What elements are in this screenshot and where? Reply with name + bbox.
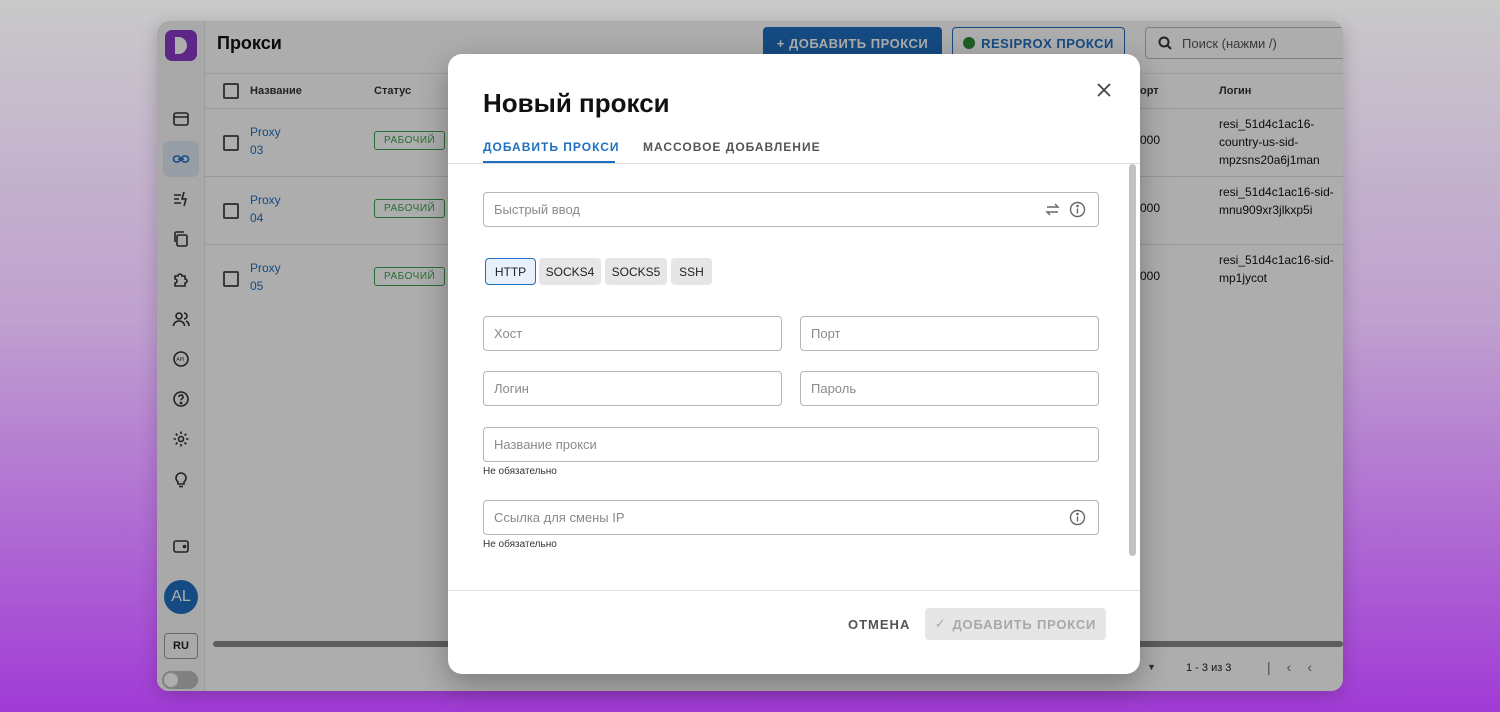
submit-label: ДОБАВИТЬ ПРОКСИ xyxy=(952,616,1097,632)
submit-add-proxy-button[interactable]: ✓ ДОБАВИТЬ ПРОКСИ xyxy=(925,608,1106,640)
host-placeholder: Хост xyxy=(494,326,523,341)
swap-icon[interactable] xyxy=(1044,201,1061,218)
login-field[interactable]: Логин xyxy=(483,371,782,406)
proxy-name-helper: Не обязательно xyxy=(483,466,557,477)
info-icon[interactable] xyxy=(1069,201,1086,218)
proxy-name-placeholder: Название прокси xyxy=(494,437,597,452)
proxy-name-field[interactable]: Название прокси xyxy=(483,427,1099,462)
info-icon[interactable] xyxy=(1069,509,1086,526)
dialog-footer-divider xyxy=(448,590,1140,591)
dialog-tabs: ДОБАВИТЬ ПРОКСИ МАССОВОЕ ДОБАВЛЕНИЕ xyxy=(448,132,1140,164)
port-field[interactable]: Порт xyxy=(800,316,1099,351)
port-placeholder: Порт xyxy=(811,326,841,341)
ip-change-link-field[interactable]: Ссылка для смены IP xyxy=(483,500,1099,535)
ip-change-link-placeholder: Ссылка для смены IP xyxy=(494,510,625,525)
tab-add-proxy[interactable]: ДОБАВИТЬ ПРОКСИ xyxy=(483,140,620,154)
login-placeholder: Логин xyxy=(494,381,529,396)
tab-bulk-add[interactable]: МАССОВОЕ ДОБАВЛЕНИЕ xyxy=(643,140,821,154)
protocol-socks5[interactable]: SOCKS5 xyxy=(605,258,667,285)
protocol-ssh[interactable]: SSH xyxy=(671,258,712,285)
protocol-socks4[interactable]: SOCKS4 xyxy=(539,258,601,285)
dialog-scrollbar[interactable] xyxy=(1129,164,1136,556)
ip-change-link-helper: Не обязательно xyxy=(483,539,557,550)
check-icon: ✓ xyxy=(934,616,947,631)
protocol-http[interactable]: HTTP xyxy=(485,258,536,285)
password-field[interactable]: Пароль xyxy=(800,371,1099,406)
password-placeholder: Пароль xyxy=(811,381,857,396)
active-tab-indicator xyxy=(483,161,615,163)
quick-input-field[interactable]: Быстрый ввод xyxy=(483,192,1099,227)
new-proxy-dialog: Новый прокси ДОБАВИТЬ ПРОКСИ МАССОВОЕ ДО… xyxy=(448,54,1140,674)
cancel-button[interactable]: ОТМЕНА xyxy=(848,617,910,632)
quick-input-placeholder: Быстрый ввод xyxy=(494,202,580,217)
dialog-title: Новый прокси xyxy=(483,88,670,118)
host-field[interactable]: Хост xyxy=(483,316,782,351)
close-icon[interactable] xyxy=(1096,82,1112,98)
